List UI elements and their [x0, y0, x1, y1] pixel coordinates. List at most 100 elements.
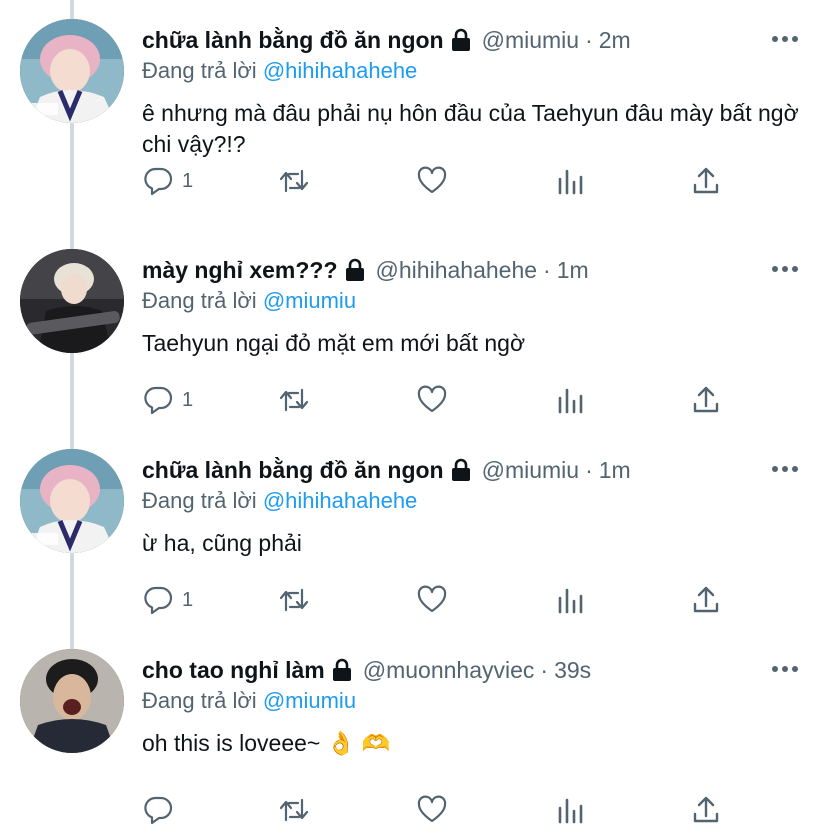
share-button[interactable]	[690, 582, 722, 618]
tweet[interactable]: cho tao nghỉ làm @muonnhayviec · 39s Đan…	[0, 630, 828, 840]
timestamp[interactable]: 2m	[599, 27, 631, 54]
retweet-button[interactable]	[278, 792, 310, 828]
more-options-icon[interactable]	[770, 658, 800, 680]
tweet[interactable]: mày nghỉ xem??? @hihihahahehe · 1m Đang …	[0, 230, 828, 430]
action-bar: 1	[142, 163, 742, 199]
lock-icon	[332, 658, 351, 681]
retweet-icon	[279, 588, 309, 612]
analytics-icon	[558, 388, 583, 414]
tweet-header: chữa lành bằng đồ ăn ngon @miumiu · 2m	[142, 22, 631, 58]
tweet-header: cho tao nghỉ làm @muonnhayviec · 39s	[142, 652, 591, 688]
separator-dot: ·	[540, 656, 549, 683]
timestamp[interactable]: 1m	[557, 257, 589, 284]
reply-icon	[144, 796, 173, 825]
heart-icon	[417, 166, 447, 194]
reply-icon	[144, 586, 173, 615]
mention-link[interactable]: @hihihahahehe	[263, 488, 417, 513]
share-icon	[693, 586, 719, 613]
analytics-button[interactable]	[554, 792, 586, 828]
handle[interactable]: @miumiu	[482, 27, 579, 54]
separator-dot: ·	[543, 256, 551, 283]
reply-icon	[144, 386, 173, 415]
avatar[interactable]	[20, 449, 124, 553]
retweet-button[interactable]	[278, 582, 310, 618]
display-name[interactable]: chữa lành bằng đồ ăn ngon	[142, 27, 444, 54]
share-icon	[693, 796, 719, 823]
analytics-button[interactable]	[554, 163, 586, 199]
mention-link[interactable]: @miumiu	[263, 688, 356, 713]
share-icon	[693, 167, 719, 194]
tweet[interactable]: chữa lành bằng đồ ăn ngon @miumiu · 2m Đ…	[0, 0, 828, 200]
more-options-icon[interactable]	[770, 28, 800, 50]
handle[interactable]: @hihihahahehe	[376, 257, 537, 284]
tweet-text: oh this is loveee~ 👌 🫶	[142, 730, 391, 756]
handle[interactable]: @miumiu	[482, 457, 579, 484]
avatar[interactable]	[20, 649, 124, 753]
heart-icon	[417, 385, 447, 413]
replying-prefix: Đang trả lời	[142, 488, 257, 513]
avatar-screaming-image	[20, 649, 124, 753]
tweet-header: mày nghỉ xem??? @hihihahahehe · 1m	[142, 252, 589, 288]
replying-to: Đang trả lời @hihihahahehe	[142, 488, 417, 514]
reply-button[interactable]: 1	[142, 382, 193, 418]
retweet-button[interactable]	[278, 163, 310, 199]
avatar[interactable]	[20, 19, 124, 123]
like-button[interactable]	[416, 792, 448, 828]
analytics-icon	[558, 169, 583, 195]
mention-link[interactable]: @hihihahahehe	[263, 58, 417, 83]
share-icon	[693, 386, 719, 413]
reply-button[interactable]: 1	[142, 582, 193, 618]
like-button[interactable]	[416, 582, 448, 618]
reply-count: 1	[182, 388, 194, 411]
tweet[interactable]: chữa lành bằng đồ ăn ngon @miumiu · 1m Đ…	[0, 430, 828, 630]
lock-icon	[451, 458, 470, 481]
retweet-icon	[279, 169, 309, 193]
analytics-icon	[558, 798, 583, 824]
action-bar	[142, 792, 742, 828]
heart-icon	[417, 585, 447, 613]
more-options-icon[interactable]	[770, 258, 800, 280]
like-button[interactable]	[416, 163, 448, 199]
avatar-pink-hair-image	[20, 19, 124, 123]
separator-dot: ·	[585, 456, 593, 483]
heart-icon	[417, 795, 447, 823]
handle[interactable]: @muonnhayviec	[363, 657, 535, 684]
lock-icon	[451, 28, 470, 51]
replying-prefix: Đang trả lời	[142, 688, 257, 713]
replying-prefix: Đang trả lời	[142, 288, 257, 313]
reply-icon	[144, 167, 173, 196]
share-button[interactable]	[690, 792, 722, 828]
avatar-pink-hair-image	[20, 449, 124, 553]
reply-button[interactable]: 1	[142, 163, 193, 199]
replying-to: Đang trả lời @miumiu	[142, 688, 356, 714]
action-bar: 1	[142, 382, 742, 418]
lock-icon	[345, 258, 364, 281]
action-bar: 1	[142, 582, 742, 618]
display-name[interactable]: mày nghỉ xem???	[142, 257, 338, 284]
like-button[interactable]	[416, 382, 448, 418]
replying-prefix: Đang trả lời	[142, 58, 257, 83]
retweet-icon	[279, 388, 309, 412]
reply-count: 1	[182, 169, 194, 192]
more-options-icon[interactable]	[770, 458, 800, 480]
share-button[interactable]	[690, 163, 722, 199]
timestamp[interactable]: 39s	[554, 657, 591, 684]
display-name[interactable]: cho tao nghỉ làm	[142, 657, 325, 684]
tweet-text: ừ ha, cũng phải	[142, 530, 302, 556]
display-name[interactable]: chữa lành bằng đồ ăn ngon	[142, 457, 444, 484]
share-button[interactable]	[690, 382, 722, 418]
reply-button[interactable]	[142, 792, 182, 828]
tweet-text: ê nhưng mà đâu phải nụ hôn đầu của Taehy…	[142, 100, 799, 157]
retweet-button[interactable]	[278, 382, 310, 418]
tweet-header: chữa lành bằng đồ ăn ngon @miumiu · 1m	[142, 452, 631, 488]
timestamp[interactable]: 1m	[599, 457, 631, 484]
replying-to: Đang trả lời @hihihahahehe	[142, 58, 417, 84]
analytics-button[interactable]	[554, 382, 586, 418]
tweet-text: Taehyun ngại đỏ mặt em mới bất ngờ	[142, 330, 526, 356]
avatar[interactable]	[20, 249, 124, 353]
separator-dot: ·	[585, 26, 593, 53]
mention-link[interactable]: @miumiu	[263, 288, 356, 313]
analytics-button[interactable]	[554, 582, 586, 618]
reply-count: 1	[182, 588, 194, 611]
analytics-icon	[558, 588, 583, 614]
